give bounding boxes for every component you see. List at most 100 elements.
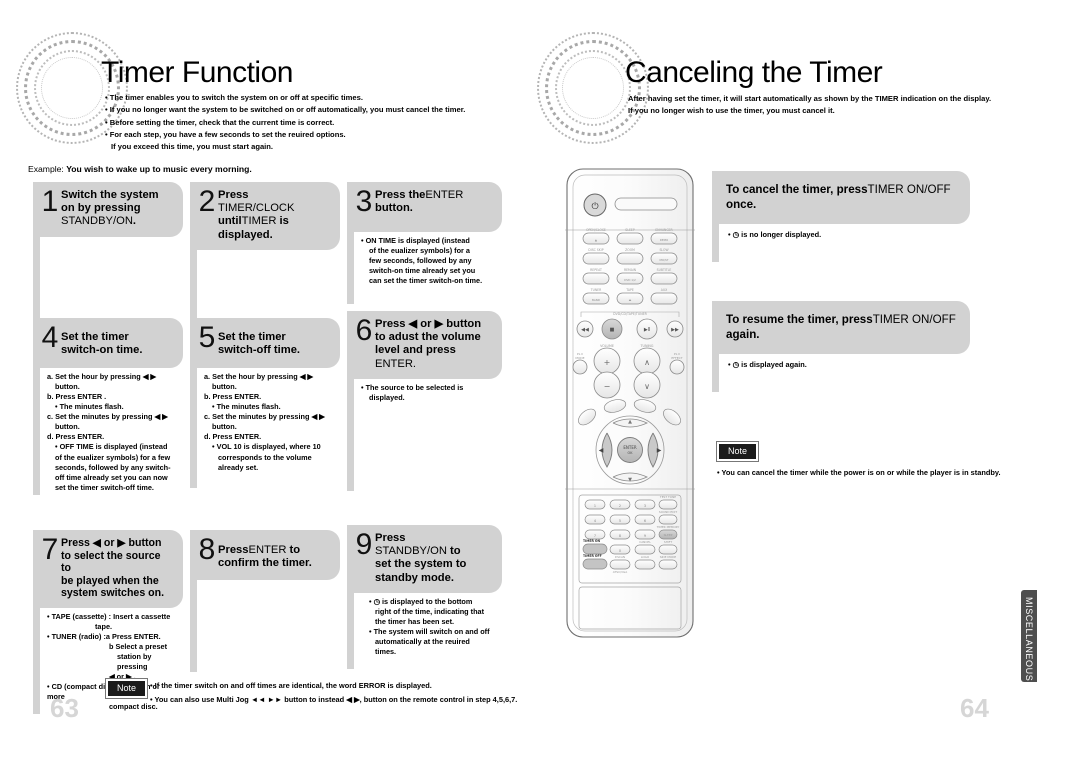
left-note-lines: • If the timer switch on and off times a… [150,679,570,707]
svg-text:SLEEP: SLEEP [625,228,635,232]
cancel-timer-body: • ◷ is no longer displayed. [712,224,970,263]
svg-text:DISC SKIP: DISC SKIP [588,248,603,252]
step-5-header: 5 Set the timer switch-off time. [190,318,340,368]
step-6-body: • The source to be selected is displayed… [347,378,502,491]
resume-timer-box: To resume the timer, pressTIMER ON/OFF a… [712,301,970,393]
svg-text:MODE: MODE [575,356,584,360]
svg-text:SIDE MODE: SIDE MODE [660,555,677,559]
svg-text:DVD 1/2: DVD 1/2 [624,278,636,282]
right-note-line: • You can cancel the timer while the pow… [717,468,1001,477]
right-intro-line-1: If you no longer wish to use the timer, … [628,106,835,116]
intro-bullet-3: • For each step, you have a few seconds … [105,129,346,139]
note-badge-left: Note [104,678,149,699]
cancel-timer-heading: To cancel the timer, pressTIMER ON/OFF o… [712,171,970,225]
svg-text:⏻: ⏻ [591,201,598,212]
step-4-text: Set the timer switch-on time. [61,331,143,357]
intro-bullet-2: • Before setting the timer, check that t… [105,117,335,127]
step-1-text: Switch the system on by pressing STANDBY… [61,189,159,228]
step-3-body: • ON TIME is displayed (instead of the e… [347,232,502,304]
svg-text:−: − [604,382,611,391]
step-4-body: a. Set the hour by pressing ◀ ▶ button. … [33,368,183,495]
step-6-header: 6 Press ◀ or ▶ button to adust the volum… [347,311,502,379]
resume-timer-heading: To resume the timer, pressTIMER ON/OFF a… [712,301,970,355]
step-8-header: 8 PressENTER to confirm the timer. [190,530,340,580]
svg-text:SLEEP: SLEEP [664,533,673,537]
svg-text:2: 2 [619,504,621,508]
right-intro-line-0: After having set the timer, it will star… [628,94,992,103]
left-note-line-1: • You can also use Multi Jog ◄◄ ►► butto… [150,695,518,705]
page-number-right: 64 [960,693,989,723]
example-label: Example: [28,164,64,174]
decorative-rings-right [535,30,655,150]
step-9: 9 Press STANDBY/ON to set the system to … [347,525,502,669]
step-6-number: 6 [355,314,373,347]
step-8: 8 PressENTER to confirm the timer. [190,530,340,672]
page-number-left: 63 [50,693,79,723]
right-page: Canceling the Timer After having set the… [537,0,1080,763]
svg-text:DEMO: DEMO [660,238,669,242]
svg-text:∧: ∧ [644,358,650,367]
svg-text:▼: ▼ [628,477,632,483]
svg-text:ENTER: ENTER [623,445,636,450]
step-3: 3 Press theENTER button. • ON TIME is di… [347,182,502,304]
svg-text:▶Ⅱ: ▶Ⅱ [644,327,650,333]
svg-text:BAND: BAND [592,298,600,302]
svg-text:1: 1 [594,504,596,508]
svg-text:TUNER: TUNER [590,288,602,292]
svg-text:ENHANCER: ENHANCER [655,228,673,232]
svg-text:9: 9 [644,534,646,538]
step-3-header: 3 Press theENTER button. [347,182,502,232]
step-9-header: 9 Press STANDBY/ON to set the system to … [347,525,502,593]
svg-text:⏏: ⏏ [629,298,632,302]
step-4-number: 4 [41,321,59,354]
cancel-timer-box: To cancel the timer, pressTIMER ON/OFF o… [712,171,970,263]
svg-text:SHIFT: SHIFT [664,540,672,544]
svg-text:TIMER MEMORY: TIMER MEMORY [656,525,680,529]
intro-continuation: If you exceed this time, you must start … [111,142,274,152]
svg-text:SLOW: SLOW [659,248,668,252]
step-1: 1 Switch the system on by pressing STAND… [33,182,183,327]
step-5: 5 Set the timer switch-off time. a. Set … [190,318,340,488]
svg-text:TAPE: TAPE [625,288,634,292]
step-3-number: 3 [355,185,373,218]
step-6: 6 Press ◀ or ▶ button to adust the volum… [347,311,502,491]
svg-text:0: 0 [619,549,621,553]
svg-text:∨: ∨ [644,382,650,391]
step-2-number: 2 [198,185,216,218]
step-4-header: 4 Set the timer switch-on time. [33,318,183,368]
step-2-header: 2 Press TIMER/CLOCK untilTIMER is displa… [190,182,340,250]
svg-text:ZOOM: ZOOM [625,248,635,252]
intro-bullet-list: • The timer enables you to switch the sy… [105,92,465,153]
svg-text:+: + [604,358,611,367]
svg-text:TEST TONE: TEST TONE [659,495,676,499]
step-8-text: PressENTER to confirm the timer. [218,544,312,570]
step-9-number: 9 [355,528,373,561]
svg-text:■: ■ [610,327,615,333]
step-1-header: 1 Switch the system on by pressing STAND… [33,182,183,237]
svg-text:SUBTITLE: SUBTITLE [657,268,672,272]
svg-text:4: 4 [594,519,596,523]
svg-text:SOUND EDIT: SOUND EDIT [659,510,677,514]
svg-text:AUX: AUX [661,288,668,292]
ring-inner [41,57,103,119]
svg-text:CANCEL: CANCEL [639,540,651,544]
svg-text:▶: ▶ [657,447,662,454]
svg-text:P.SCAN: P.SCAN [615,555,625,559]
left-note-line-0: • If the timer switch on and off times a… [150,681,432,690]
page-title-right: Canceling the Timer [625,56,883,89]
step-5-number: 5 [198,321,216,354]
svg-text:EFFECT: EFFECT [671,356,682,360]
svg-text:6: 6 [644,519,646,523]
svg-text:TUNING: TUNING [640,344,654,348]
step-8-number: 8 [198,533,216,566]
step-2-body [190,249,340,326]
example-line: Example: You wish to wake up to music ev… [28,164,252,174]
svg-text:OPEN/CLOSE: OPEN/CLOSE [586,228,606,232]
svg-text:REMAIN: REMAIN [624,268,637,272]
right-note-badge-wrap: Note [715,441,760,462]
step-7-text: Press ◀ or ▶ button to select the source… [61,537,165,599]
svg-text:ATSC/VGA: ATSC/VGA [613,570,628,574]
svg-text:5: 5 [619,519,621,523]
left-page: Timer Function • The timer enables you t… [0,0,540,763]
step-5-body: a. Set the hour by pressing ◀ ▶ button. … [190,368,340,488]
